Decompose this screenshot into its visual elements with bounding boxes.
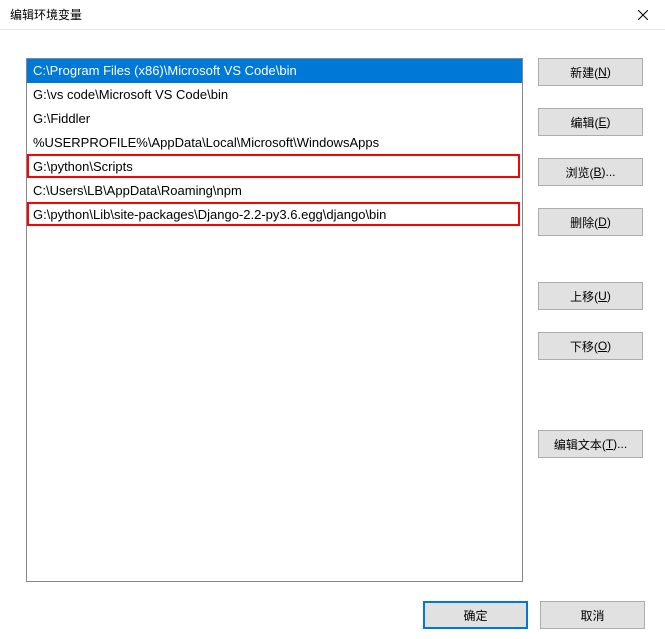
window-title: 编辑环境变量 bbox=[10, 6, 82, 23]
path-item[interactable]: C:\Program Files (x86)\Microsoft VS Code… bbox=[27, 59, 522, 83]
close-button[interactable] bbox=[620, 0, 665, 30]
content-area: C:\Program Files (x86)\Microsoft VS Code… bbox=[0, 30, 665, 590]
move-up-button[interactable]: 上移(U) bbox=[538, 282, 643, 310]
path-item[interactable]: G:\python\Scripts bbox=[27, 155, 522, 179]
ok-button[interactable]: 确定 bbox=[423, 601, 528, 629]
path-item[interactable]: C:\Users\LB\AppData\Roaming\npm bbox=[27, 179, 522, 203]
move-down-button[interactable]: 下移(O) bbox=[538, 332, 643, 360]
title-bar: 编辑环境变量 bbox=[0, 0, 665, 30]
side-buttons: 新建(N) 编辑(E) 浏览(B)... 删除(D) 上移(U) 下移(O) 编… bbox=[538, 58, 643, 480]
edit-text-button[interactable]: 编辑文本(T)... bbox=[538, 430, 643, 458]
path-item[interactable]: G:\vs code\Microsoft VS Code\bin bbox=[27, 83, 522, 107]
close-icon bbox=[638, 10, 648, 20]
footer: 确定 取消 bbox=[0, 591, 665, 639]
browse-button[interactable]: 浏览(B)... bbox=[538, 158, 643, 186]
edit-button[interactable]: 编辑(E) bbox=[538, 108, 643, 136]
new-button[interactable]: 新建(N) bbox=[538, 58, 643, 86]
path-item[interactable]: G:\Fiddler bbox=[27, 107, 522, 131]
path-item[interactable]: %USERPROFILE%\AppData\Local\Microsoft\Wi… bbox=[27, 131, 522, 155]
cancel-button[interactable]: 取消 bbox=[540, 601, 645, 629]
path-item[interactable]: G:\python\Lib\site-packages\Django-2.2-p… bbox=[27, 203, 522, 227]
path-listbox[interactable]: C:\Program Files (x86)\Microsoft VS Code… bbox=[26, 58, 523, 582]
delete-button[interactable]: 删除(D) bbox=[538, 208, 643, 236]
